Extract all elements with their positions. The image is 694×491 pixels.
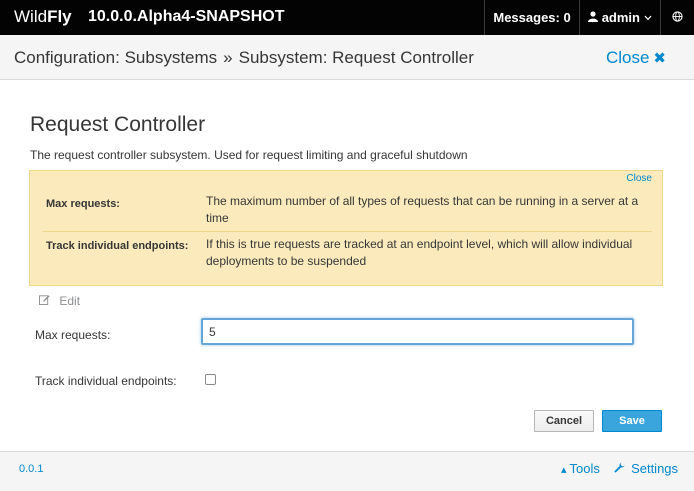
language-menu[interactable] — [660, 0, 694, 35]
breadcrumb-item-request-controller: Subsystem: Request Controller — [238, 48, 474, 67]
close-icon: ✖ — [653, 50, 666, 67]
user-menu[interactable]: admin — [578, 0, 660, 35]
breadcrumb-header: Configuration: Subsystems » Subsystem: Req… — [0, 35, 694, 80]
brand-logo[interactable]: WildFly — [14, 7, 72, 27]
navbar-right: Messages: 0 admin — [484, 0, 694, 35]
max-requests-input[interactable] — [201, 318, 634, 345]
breadcrumb-separator: » — [223, 48, 233, 67]
brand-fly: Fly — [47, 7, 72, 26]
save-button[interactable]: Save — [602, 410, 662, 432]
track-endpoints-checkbox[interactable] — [205, 374, 216, 385]
tools-menu[interactable]: ▴ Tools — [561, 461, 600, 476]
help-close-link[interactable]: Close — [626, 173, 652, 184]
messages-label: Messages: 0 — [493, 10, 571, 25]
user-name: admin — [601, 10, 640, 25]
edit-icon — [39, 294, 53, 308]
close-button[interactable]: Close ✖ — [606, 48, 666, 68]
cancel-button[interactable]: Cancel — [534, 410, 594, 432]
user-icon — [587, 10, 598, 25]
footer-version-link[interactable]: 0.0.1 — [19, 463, 43, 475]
globe-icon — [672, 10, 683, 25]
help-key: Max requests: — [46, 198, 120, 210]
tools-label: Tools — [569, 461, 600, 476]
footer: 0.0.1 ▴ Tools Settings — [0, 451, 694, 491]
brand-wild: Wild — [14, 7, 48, 26]
track-endpoints-label: Track individual endpoints: — [35, 374, 177, 388]
product-version: 10.0.0.Alpha4-SNAPSHOT — [88, 8, 285, 25]
max-requests-label: Max requests: — [35, 328, 111, 342]
messages-button[interactable]: Messages: 0 — [484, 0, 578, 35]
breadcrumb-item-subsystems[interactable]: Configuration: Subsystems — [14, 48, 217, 67]
help-divider — [42, 231, 652, 232]
wrench-icon: ▴ — [561, 464, 567, 476]
settings-label: Settings — [631, 461, 679, 476]
top-navbar: WildFly 10.0.0.Alpha4-SNAPSHOT Messages:… — [0, 0, 694, 35]
page-description: The request controller subsystem. Used f… — [30, 148, 468, 162]
breadcrumb: Configuration: Subsystems » Subsystem: Req… — [14, 48, 474, 68]
settings-wrench-icon — [614, 462, 628, 476]
page-title: Request Controller — [30, 113, 206, 136]
settings-link[interactable]: Settings — [614, 461, 678, 476]
help-panel: Close Max requests: The maximum number o… — [29, 170, 663, 286]
edit-link[interactable]: Edit — [39, 294, 80, 308]
help-key: Track individual endpoints: — [46, 240, 189, 252]
close-label: Close — [605, 48, 650, 67]
help-value: If this is true requests are tracked at … — [206, 237, 633, 268]
help-value: The maximum number of all types of reque… — [206, 194, 639, 225]
chevron-down-icon — [644, 13, 652, 23]
edit-label: Edit — [59, 294, 81, 308]
